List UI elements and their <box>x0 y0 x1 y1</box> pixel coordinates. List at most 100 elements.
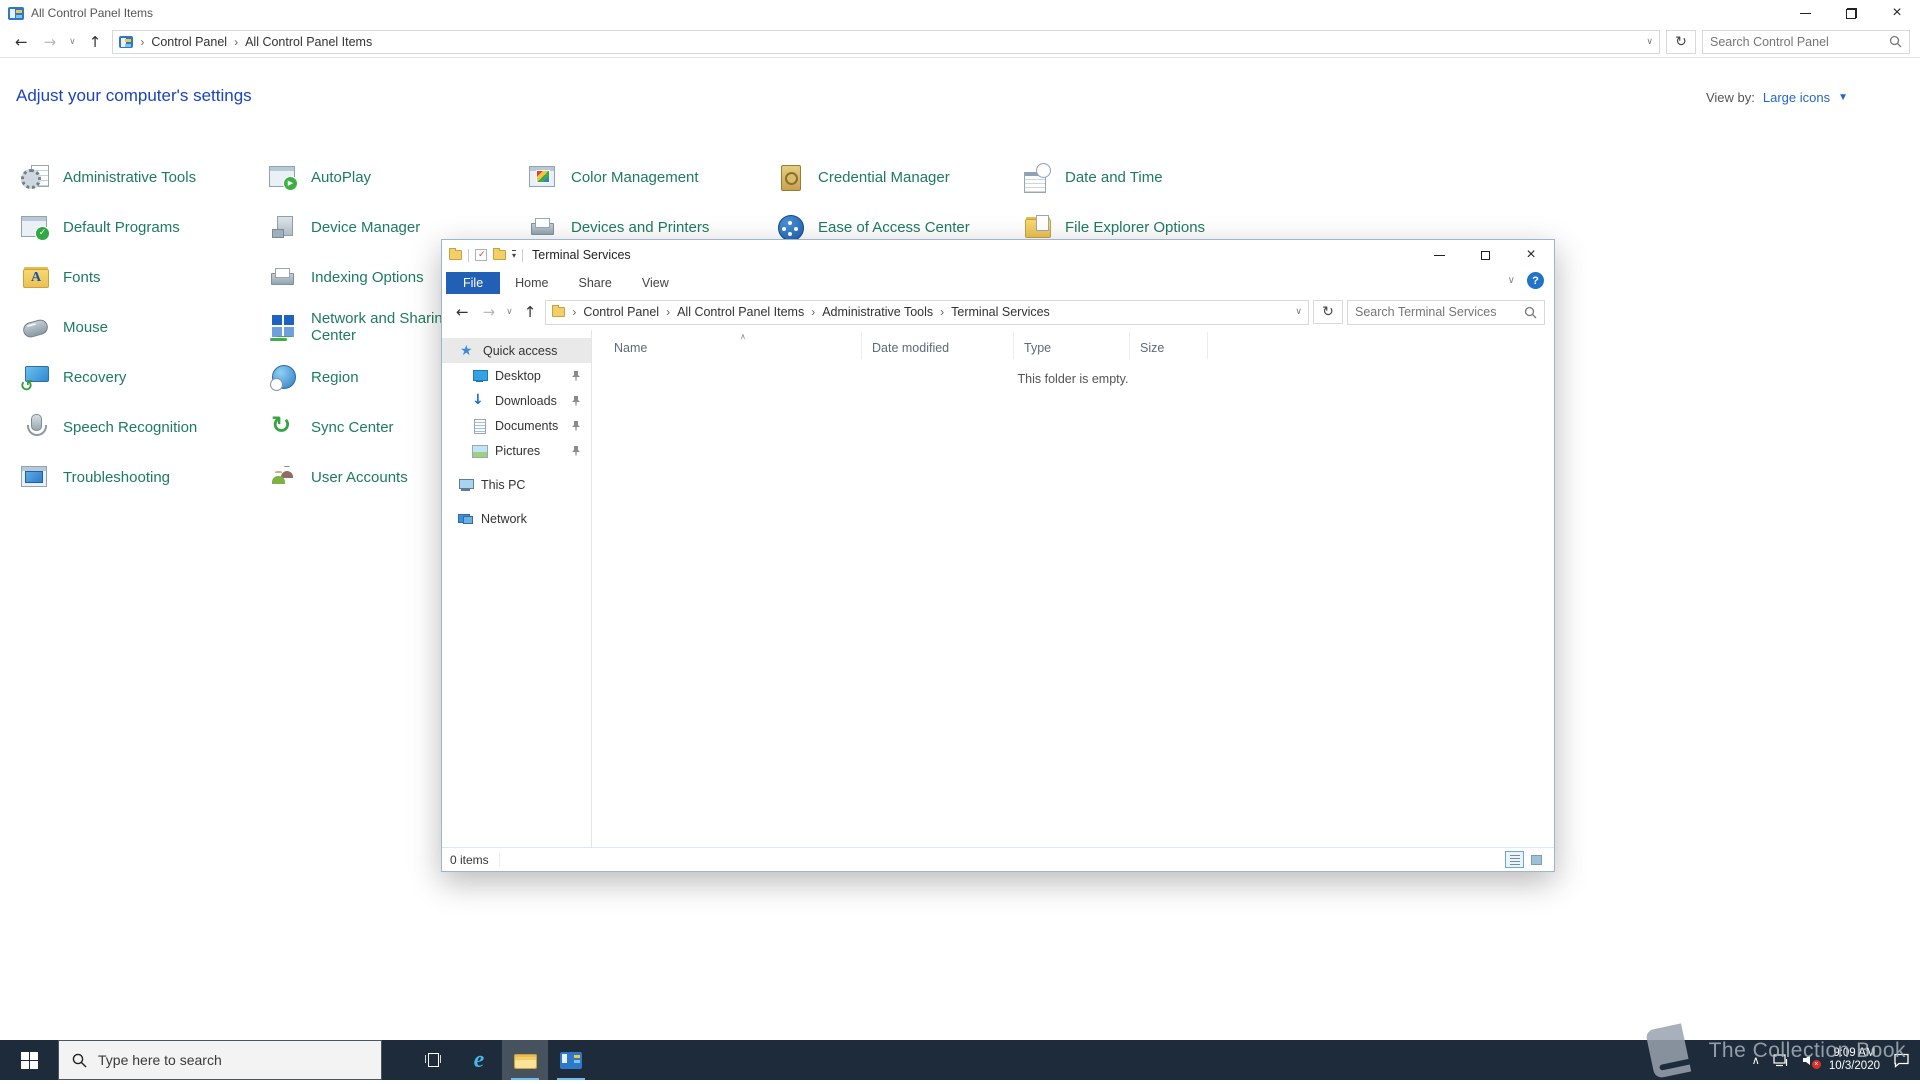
breadcrumb-all-items[interactable]: All Control Panel Items <box>245 35 372 49</box>
tab-home[interactable]: Home <box>500 272 563 294</box>
forward-button[interactable]: → <box>39 33 62 51</box>
status-bar: 0 items <box>442 847 1554 871</box>
cp-item-administrative-tools[interactable]: Administrative Tools <box>20 152 233 202</box>
explorer-refresh-button[interactable]: ↻ <box>1313 300 1343 324</box>
cp-item-user-accounts[interactable]: User Accounts <box>268 452 459 502</box>
cp-item-label: Fonts <box>63 269 233 286</box>
view-by-value: Large icons <box>1763 90 1830 105</box>
cp-item-troubleshooting[interactable]: Troubleshooting <box>20 452 233 502</box>
qat-customize-chevron-icon[interactable]: ▾ <box>512 250 516 260</box>
address-dropdown-chevron-icon[interactable]: ∨ <box>1646 37 1653 47</box>
qat-new-folder-icon[interactable] <box>493 250 506 260</box>
nav-quick-access[interactable]: ★ Quick access <box>442 338 591 363</box>
cp-items-column-5: Date and Time File Explorer Options <box>1022 152 1235 252</box>
hidden-icons-chevron-icon[interactable]: ∧ <box>1752 1054 1760 1067</box>
search-input[interactable] <box>1710 35 1883 49</box>
cp-item-fonts[interactable]: Fonts <box>20 252 233 302</box>
cp-item-label: User Accounts <box>311 469 459 486</box>
taskbar-search-input[interactable] <box>98 1052 368 1068</box>
nav-network[interactable]: Network <box>442 506 591 531</box>
cp-item-label: AutoPlay <box>311 169 459 186</box>
crumb-administrative-tools[interactable]: Administrative Tools <box>822 305 933 319</box>
explorer-address-chevron-icon[interactable]: ∨ <box>1295 307 1302 317</box>
search-terminal-services[interactable] <box>1347 300 1545 325</box>
restore-button[interactable] <box>1828 0 1874 26</box>
cp-item-network-sharing-center[interactable]: Network and Sharing Center <box>268 302 459 352</box>
nav-this-pc[interactable]: This PC <box>442 472 591 497</box>
nav-desktop[interactable]: Desktop <box>442 363 591 388</box>
explorer-search-input[interactable] <box>1355 305 1518 319</box>
column-header-size[interactable]: Size <box>1130 332 1208 359</box>
default-programs-icon <box>20 212 50 242</box>
cp-item-mouse[interactable]: Mouse <box>20 302 233 352</box>
explorer-close-button[interactable]: × <box>1508 240 1554 270</box>
refresh-button[interactable]: ↻ <box>1666 30 1696 54</box>
tab-view[interactable]: View <box>627 272 684 294</box>
crumb-control-panel[interactable]: Control Panel <box>583 305 659 319</box>
control-panel-taskbar-button[interactable] <box>548 1040 594 1080</box>
explorer-back-button[interactable]: ← <box>451 303 474 321</box>
explorer-up-button[interactable]: ↑ <box>519 303 542 321</box>
taskbar-search[interactable] <box>58 1040 382 1080</box>
cp-item-indexing-options[interactable]: Indexing Options <box>268 252 459 302</box>
nav-downloads[interactable]: ↓ Downloads <box>442 388 591 413</box>
back-button[interactable]: ← <box>10 33 33 51</box>
internet-explorer-button[interactable]: e <box>456 1040 502 1080</box>
large-icons-view-button[interactable] <box>1527 851 1546 868</box>
cp-item-label: Date and Time <box>1065 169 1235 186</box>
explorer-forward-button[interactable]: → <box>478 303 501 321</box>
column-header-name[interactable]: Name <box>592 332 862 359</box>
cp-item-label: Color Management <box>571 169 741 186</box>
file-explorer-button[interactable] <box>502 1040 548 1080</box>
nav-documents[interactable]: Documents <box>442 413 591 438</box>
tab-share[interactable]: Share <box>564 272 627 294</box>
pin-icon <box>571 420 581 431</box>
cp-item-speech-recognition[interactable]: Speech Recognition <box>20 402 233 452</box>
task-view-button[interactable] <box>410 1040 456 1080</box>
file-explorer-icon <box>514 1052 537 1069</box>
help-icon[interactable]: ? <box>1527 272 1544 289</box>
explorer-minimize-button[interactable] <box>1416 240 1462 270</box>
pictures-icon <box>472 444 487 457</box>
quick-access-star-icon: ★ <box>460 344 475 357</box>
search-control-panel[interactable] <box>1702 30 1910 54</box>
view-by-dropdown[interactable]: View by: Large icons ▼ <box>1706 90 1848 105</box>
cp-item-color-management[interactable]: Color Management <box>528 152 741 202</box>
nav-pictures[interactable]: Pictures <box>442 438 591 463</box>
column-header-type[interactable]: Type <box>1014 332 1130 359</box>
explorer-maximize-button[interactable] <box>1462 240 1508 270</box>
cp-item-device-manager[interactable]: Device Manager <box>268 202 459 252</box>
column-header-date-modified[interactable]: Date modified <box>862 332 1014 359</box>
cp-item-recovery[interactable]: Recovery <box>20 352 233 402</box>
device-manager-icon <box>268 212 298 242</box>
minimize-button[interactable] <box>1782 0 1828 26</box>
action-center-icon[interactable] <box>1893 1053 1910 1068</box>
tab-file[interactable]: File <box>446 272 500 294</box>
address-bar[interactable]: › Control Panel › All Control Panel Item… <box>112 30 1660 54</box>
explorer-address-bar[interactable]: › Control Panel › All Control Panel Item… <box>545 300 1309 325</box>
details-view-button[interactable] <box>1505 851 1524 868</box>
taskbar-clock[interactable]: 9:09 AM 10/3/2020 <box>1829 1047 1880 1074</box>
cp-item-autoplay[interactable]: AutoPlay <box>268 152 459 202</box>
explorer-recent-chevron-icon[interactable]: ∨ <box>504 307 515 317</box>
recent-locations-chevron-icon[interactable]: ∨ <box>67 37 78 47</box>
breadcrumb-control-panel[interactable]: Control Panel <box>151 35 227 49</box>
cp-item-date-and-time[interactable]: Date and Time <box>1022 152 1235 202</box>
expand-ribbon-chevron-icon[interactable]: ∨ <box>1508 275 1515 286</box>
crumb-all-items[interactable]: All Control Panel Items <box>677 305 804 319</box>
ease-of-access-icon <box>775 212 805 242</box>
qat-properties-icon[interactable] <box>475 249 487 261</box>
start-button[interactable] <box>0 1040 58 1080</box>
cp-item-credential-manager[interactable]: Credential Manager <box>775 152 988 202</box>
crumb-terminal-services[interactable]: Terminal Services <box>951 305 1050 319</box>
volume-muted-icon[interactable]: × <box>1802 1054 1816 1066</box>
cp-item-region[interactable]: Region <box>268 352 459 402</box>
page-title: Adjust your computer's settings <box>16 86 252 106</box>
qat-folder-icon[interactable] <box>449 250 462 260</box>
cp-item-label: Region <box>311 369 459 386</box>
cp-item-default-programs[interactable]: Default Programs <box>20 202 233 252</box>
close-button[interactable]: × <box>1874 0 1920 26</box>
up-button[interactable]: ↑ <box>84 33 107 51</box>
network-tray-icon[interactable] <box>1773 1054 1789 1067</box>
cp-item-sync-center[interactable]: Sync Center <box>268 402 459 452</box>
